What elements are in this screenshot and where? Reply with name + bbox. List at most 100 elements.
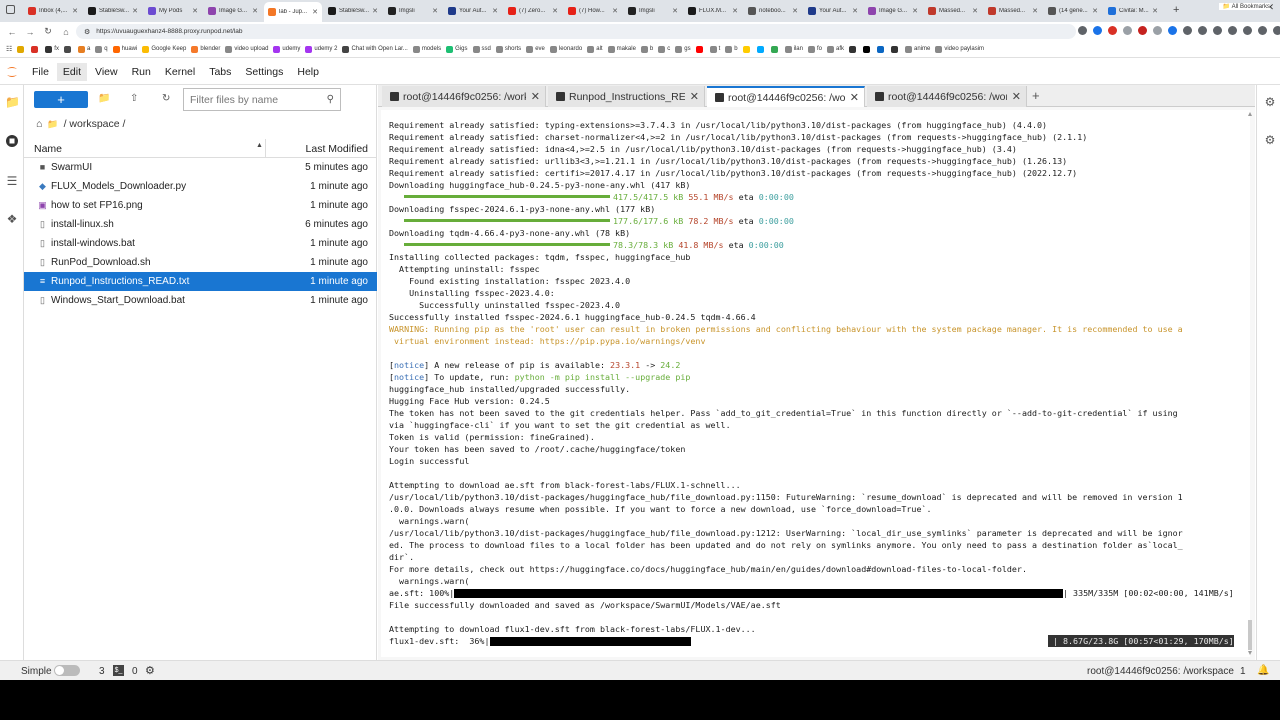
close-tab-icon[interactable]: ✕ bbox=[1032, 7, 1038, 15]
close-tab-icon[interactable]: ✕ bbox=[690, 90, 699, 103]
bookmark-item[interactable]: ilan bbox=[784, 45, 803, 53]
extension-icon[interactable] bbox=[1123, 26, 1132, 35]
new-tab-button[interactable]: + bbox=[1173, 4, 1179, 16]
menu-kernel[interactable]: Kernel bbox=[159, 63, 201, 81]
filter-files-input[interactable]: Filter files by name ⚲ bbox=[183, 88, 341, 111]
bell-icon[interactable]: 🔔 bbox=[1257, 665, 1269, 676]
close-tab-icon[interactable]: ✕ bbox=[1152, 7, 1158, 15]
bookmark-item[interactable]: alt bbox=[587, 45, 603, 53]
menu-view[interactable]: View bbox=[89, 63, 124, 81]
bookmark-item[interactable] bbox=[17, 45, 26, 53]
back-icon[interactable]: ← bbox=[6, 27, 18, 37]
bookmark-item[interactable]: Chat with Open Lar... bbox=[342, 45, 408, 53]
close-tab-icon[interactable]: ✕ bbox=[252, 7, 258, 15]
menu-edit[interactable]: Edit bbox=[56, 62, 88, 81]
upload-icon[interactable]: ⇧ bbox=[130, 93, 138, 104]
terminal-tab[interactable]: root@14446f9c0256: /worksp ✕ bbox=[382, 86, 546, 107]
close-tab-icon[interactable]: ✕ bbox=[972, 7, 978, 15]
terminal-scrollbar[interactable] bbox=[1247, 110, 1253, 657]
extension-icon[interactable] bbox=[1228, 26, 1237, 35]
file-row[interactable]: ▯ install-windows.bat 1 minute ago bbox=[24, 234, 377, 253]
new-launcher-button[interactable]: + bbox=[34, 91, 88, 108]
bookmark-item[interactable]: fx bbox=[45, 45, 59, 53]
close-tab-icon[interactable]: ✕ bbox=[552, 7, 558, 15]
sort-ascending-icon[interactable]: ▲ bbox=[256, 142, 263, 149]
bookmark-item[interactable]: gs bbox=[675, 45, 691, 53]
breadcrumb-path[interactable]: / workspace / bbox=[64, 118, 126, 130]
close-tab-icon[interactable]: ✕ bbox=[912, 7, 918, 15]
extension-icon[interactable] bbox=[1258, 26, 1267, 35]
simple-mode-toggle[interactable] bbox=[54, 665, 80, 676]
forward-icon[interactable]: → bbox=[24, 27, 36, 37]
browser-tab[interactable]: Image G... ✕ bbox=[864, 2, 922, 20]
browser-tab[interactable]: StableSw... ✕ bbox=[84, 2, 142, 20]
close-tab-icon[interactable]: ✕ bbox=[672, 7, 678, 15]
bookmark-item[interactable] bbox=[770, 45, 780, 53]
close-tab-icon[interactable]: ✕ bbox=[612, 7, 618, 15]
bookmark-item[interactable]: models bbox=[412, 45, 441, 53]
browser-tab[interactable]: noteboo... ✕ bbox=[744, 2, 802, 20]
browser-tab[interactable]: My Pods ✕ bbox=[144, 2, 202, 20]
bookmark-item[interactable] bbox=[695, 45, 705, 53]
file-row[interactable]: ▣ how to set FP16.png 1 minute ago bbox=[24, 196, 377, 215]
extension-icon[interactable] bbox=[1243, 26, 1252, 35]
menu-run[interactable]: Run bbox=[126, 63, 157, 81]
name-column-header[interactable]: Name bbox=[34, 143, 62, 155]
file-row[interactable]: ◆ FLUX_Models_Downloader.py 1 minute ago bbox=[24, 177, 377, 196]
notification-count[interactable]: 1 bbox=[1240, 666, 1246, 677]
bookmark-item[interactable]: a bbox=[77, 45, 90, 53]
extension-icon[interactable] bbox=[1183, 26, 1192, 35]
close-tab-icon[interactable]: ✕ bbox=[132, 7, 138, 15]
file-row[interactable]: ▯ Windows_Start_Download.bat 1 minute ago bbox=[24, 291, 377, 310]
browser-tab[interactable]: Civitai: M... ✕ bbox=[1104, 2, 1162, 20]
close-tab-icon[interactable]: ✕ bbox=[850, 91, 859, 104]
home-icon[interactable]: ⌂ bbox=[60, 27, 72, 37]
extension-icon[interactable] bbox=[1198, 26, 1207, 35]
terminal-tab[interactable]: Runpod_Instructions_READ.t ✕ bbox=[548, 86, 705, 107]
close-tab-icon[interactable]: ✕ bbox=[372, 7, 378, 15]
browser-tab[interactable]: StableSw... ✕ bbox=[324, 2, 382, 20]
all-bookmarks-button[interactable]: 📁 All Bookmarks bbox=[1218, 3, 1270, 10]
browser-tab[interactable]: Your Aut... ✕ bbox=[804, 2, 862, 20]
bookmark-item[interactable] bbox=[863, 45, 872, 53]
close-tab-icon[interactable]: ✕ bbox=[1012, 90, 1021, 103]
terminal-icon[interactable]: $_ bbox=[113, 665, 124, 676]
close-tab-icon[interactable]: ✕ bbox=[72, 7, 78, 15]
close-tab-icon[interactable]: ✕ bbox=[1092, 7, 1098, 15]
bookmark-item[interactable]: b bbox=[640, 45, 653, 53]
browser-tab[interactable]: Inbox (4,... ✕ bbox=[24, 2, 82, 20]
terminal-tab[interactable]: root@14446f9c0256: /worksp ✕ bbox=[867, 86, 1027, 107]
bookmark-item[interactable] bbox=[63, 45, 73, 53]
bookmark-item[interactable]: q bbox=[95, 45, 108, 53]
bookmark-item[interactable] bbox=[31, 45, 40, 53]
bookmark-item[interactable]: udemy 2 bbox=[305, 45, 337, 53]
home-icon[interactable]: ⌂ bbox=[36, 118, 42, 130]
close-tab-icon[interactable]: ✕ bbox=[852, 7, 858, 15]
reload-icon[interactable]: ↻ bbox=[42, 26, 54, 37]
bookmark-item[interactable]: anime bbox=[905, 45, 930, 53]
extension-icon[interactable] bbox=[1273, 26, 1280, 35]
folder-icon[interactable]: 📁 bbox=[5, 95, 20, 109]
close-tab-icon[interactable]: ✕ bbox=[312, 8, 318, 16]
site-info-icon[interactable]: ⚙ bbox=[84, 28, 90, 36]
browser-tab[interactable]: lab - Jup... ✕ bbox=[264, 2, 322, 22]
bookmark-item[interactable]: shorts bbox=[495, 45, 521, 53]
extension-icon[interactable] bbox=[1108, 26, 1117, 35]
close-tab-icon[interactable]: ✕ bbox=[432, 7, 438, 15]
new-folder-icon[interactable]: 📁 bbox=[98, 93, 110, 104]
file-row[interactable]: ▯ RunPod_Download.sh 1 minute ago bbox=[24, 253, 377, 272]
table-of-contents-icon[interactable]: ☰ bbox=[5, 174, 19, 188]
bookmark-item[interactable] bbox=[877, 45, 886, 53]
close-tab-icon[interactable]: ✕ bbox=[732, 7, 738, 15]
extension-icon[interactable] bbox=[1213, 26, 1222, 35]
bookmark-item[interactable] bbox=[756, 45, 766, 53]
bookmark-item[interactable]: ssd bbox=[472, 45, 491, 53]
terminal[interactable]: Requirement already satisfied: typing-ex… bbox=[381, 110, 1250, 657]
bookmark-item[interactable]: Gigs bbox=[446, 45, 468, 53]
jupyter-logo-icon[interactable] bbox=[6, 65, 18, 79]
menu-file[interactable]: File bbox=[26, 63, 55, 81]
bookmark-item[interactable] bbox=[742, 45, 752, 53]
kernel-icon[interactable]: ⚙ bbox=[145, 664, 155, 677]
menu-help[interactable]: Help bbox=[291, 63, 325, 81]
close-tab-icon[interactable]: ✕ bbox=[792, 7, 798, 15]
